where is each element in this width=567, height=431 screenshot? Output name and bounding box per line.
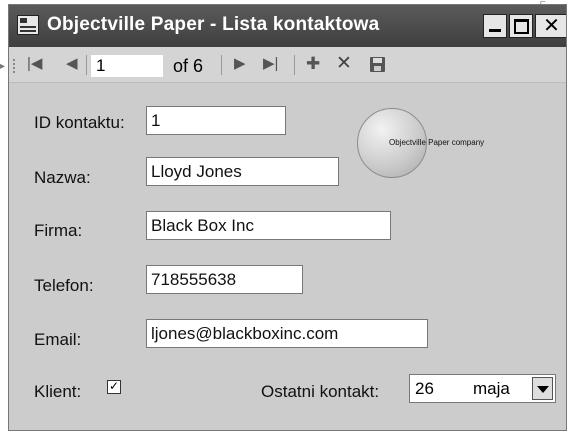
add-new-button[interactable]: ✚ — [306, 55, 320, 73]
close-icon: ✕ — [543, 13, 560, 37]
date-month[interactable]: maja — [473, 379, 510, 399]
last-contact-date-picker[interactable]: 26 maja — [409, 374, 556, 403]
company-label: Firma: — [34, 221, 83, 240]
maximize-button[interactable] — [509, 14, 533, 38]
move-first-button[interactable]: |◀ — [27, 55, 42, 73]
binding-navigator: |◀ ◀ of 6 ▶ ▶| ✚ ✕ — [9, 47, 566, 83]
window-title: Objectville Paper - Lista kontaktowa — [47, 14, 380, 35]
date-day[interactable]: 26 — [415, 379, 434, 399]
close-button[interactable]: ✕ — [535, 13, 566, 38]
name-field[interactable] — [146, 157, 339, 186]
app-form-icon — [17, 15, 39, 35]
minimize-button[interactable] — [483, 14, 507, 38]
name-label: Nazwa: — [34, 168, 91, 187]
maximize-icon — [513, 19, 529, 34]
toolbar-separator — [221, 55, 222, 75]
phone-field[interactable] — [146, 265, 303, 294]
move-last-button[interactable]: ▶| — [263, 55, 278, 73]
id-field[interactable] — [146, 106, 286, 135]
save-icon[interactable] — [370, 57, 385, 72]
client-label: Klient: — [34, 382, 82, 401]
position-input[interactable] — [91, 55, 163, 77]
move-next-button[interactable]: ▶ — [234, 55, 246, 73]
last-contact-label: Ostatni kontakt: — [261, 382, 380, 401]
title-bar[interactable]: Objectville Paper - Lista kontaktowa ✕ — [9, 5, 566, 47]
toolbar-grip-icon[interactable] — [13, 59, 15, 73]
move-previous-button[interactable]: ◀ — [66, 55, 78, 73]
company-field[interactable] — [146, 211, 391, 240]
logo-text: Objectville Paper company — [389, 138, 485, 147]
chevron-down-icon[interactable] — [532, 377, 553, 400]
email-field[interactable] — [146, 319, 428, 348]
toolbar-separator — [86, 55, 87, 75]
app-window: Objectville Paper - Lista kontaktowa ✕ |… — [8, 4, 567, 431]
id-label: ID kontaktu: — [34, 113, 125, 132]
phone-label: Telefon: — [34, 276, 94, 295]
email-label: Email: — [34, 330, 82, 349]
count-label: of 6 — [173, 56, 204, 76]
toolbar-separator — [294, 55, 295, 75]
delete-button[interactable]: ✕ — [336, 54, 352, 73]
pointer-arrow-icon: ▸ — [0, 61, 6, 72]
minimize-icon — [489, 29, 501, 32]
client-checkbox[interactable]: ✓ — [107, 380, 121, 394]
